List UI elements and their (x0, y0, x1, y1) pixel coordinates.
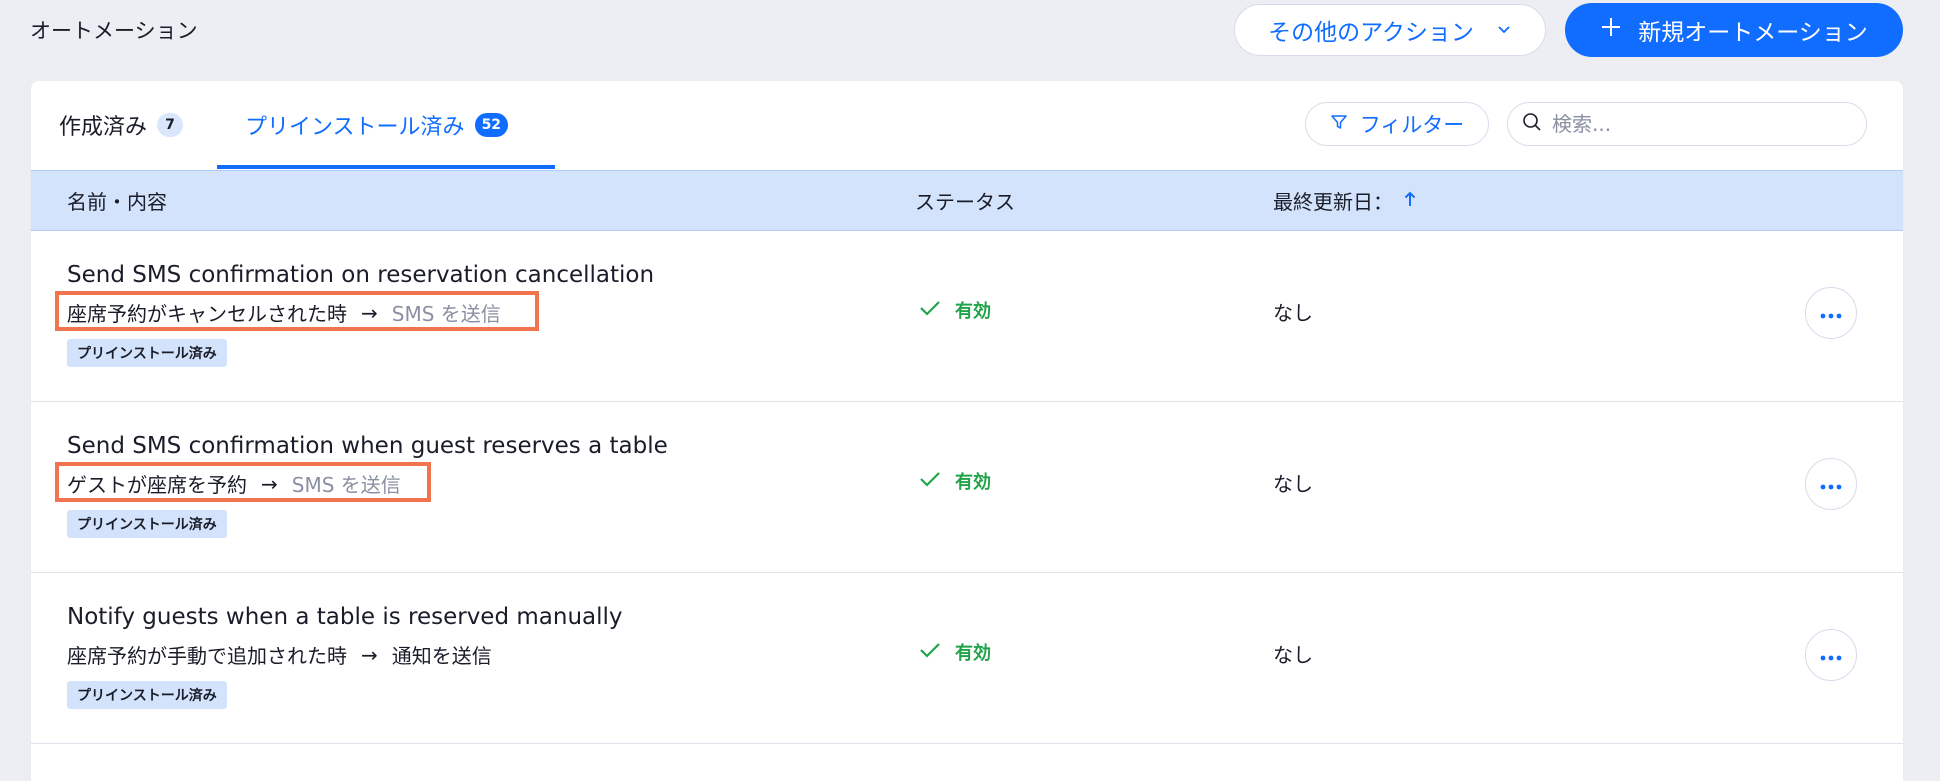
column-header-updated[interactable]: 最終更新日： (1273, 171, 1417, 230)
active-tab-indicator (217, 165, 555, 169)
flow-arrow: → (361, 642, 378, 667)
filter-button[interactable]: フィルター (1305, 102, 1489, 146)
tab-preinstalled-count: 52 (474, 113, 509, 137)
plus-icon (1600, 16, 1622, 44)
column-header-updated-label: 最終更新日： (1273, 190, 1393, 214)
flow-action: 通知を送信 (391, 644, 492, 668)
new-automation-button[interactable]: 新規オートメーション (1565, 3, 1903, 57)
row-actions-button[interactable] (1805, 458, 1857, 510)
check-icon (919, 470, 941, 493)
row-actions-button[interactable] (1805, 629, 1857, 681)
more-horizontal-icon (1820, 304, 1842, 323)
filter-icon (1330, 112, 1348, 136)
table-row[interactable]: Send SMS confirmation on reservation can… (31, 231, 1903, 402)
automation-flow: 座席予約が手動で追加された時 → 通知を送信 (67, 640, 492, 669)
automation-title[interactable]: Notify guests when a table is reserved m… (67, 604, 623, 630)
status-label: 有効 (955, 301, 991, 322)
table-row[interactable]: Notify guests when a table is reserved m… (31, 573, 1903, 744)
page-title: オートメーション (30, 19, 198, 43)
flow-arrow: → (361, 300, 378, 325)
column-header-status: ステータス (915, 190, 1015, 214)
last-updated: なし (1273, 643, 1313, 667)
filter-label: フィルター (1359, 113, 1465, 137)
automation-flow: ゲストが座席を予約 → SMS を送信 (67, 469, 401, 498)
tab-created[interactable]: 作成済み 7 (59, 81, 184, 169)
tab-bar: 作成済み 7 プリインストール済み 52 フィルター (31, 81, 1903, 169)
status-label: 有効 (955, 472, 991, 493)
preinstalled-badge: プリインストール済み (67, 510, 227, 538)
last-updated: なし (1273, 472, 1313, 496)
status-badge: 有効 (919, 297, 991, 323)
more-actions-label: その他のアクション (1268, 20, 1474, 46)
status-badge: 有効 (919, 468, 991, 494)
flow-action: SMS を送信 (291, 473, 401, 497)
flow-trigger: 座席予約がキャンセルされた時 (67, 302, 347, 326)
check-icon (919, 299, 941, 322)
flow-arrow: → (261, 471, 278, 496)
more-horizontal-icon (1820, 475, 1842, 494)
automation-title[interactable]: Send SMS confirmation on reservation can… (67, 262, 654, 288)
last-updated: なし (1273, 301, 1313, 325)
status-badge: 有効 (919, 639, 991, 665)
automation-flow: 座席予約がキャンセルされた時 → SMS を送信 (67, 298, 501, 327)
table-row[interactable]: Send SMS confirmation when guest reserve… (31, 402, 1903, 573)
tab-created-label: 作成済み (59, 115, 148, 140)
search-input[interactable] (1552, 112, 1852, 136)
arrow-up-icon (1403, 189, 1417, 213)
search-box[interactable] (1507, 102, 1867, 146)
search-icon (1522, 112, 1542, 136)
tab-preinstalled-label: プリインストール済み (245, 115, 465, 140)
more-actions-button[interactable]: その他のアクション (1234, 4, 1546, 56)
status-label: 有効 (955, 643, 991, 664)
preinstalled-badge: プリインストール済み (67, 339, 227, 367)
flow-trigger: ゲストが座席を予約 (67, 473, 247, 497)
check-icon (919, 641, 941, 664)
flow-trigger: 座席予約が手動で追加された時 (67, 644, 347, 668)
more-horizontal-icon (1820, 646, 1842, 665)
column-header-name: 名前・内容 (67, 190, 167, 214)
new-automation-label: 新規オートメーション (1638, 20, 1868, 46)
tab-created-count: 7 (157, 113, 184, 137)
automation-title[interactable]: Send SMS confirmation when guest reserve… (67, 433, 668, 459)
preinstalled-badge: プリインストール済み (67, 681, 227, 709)
row-actions-button[interactable] (1805, 287, 1857, 339)
table-header: 名前・内容 ステータス 最終更新日： (31, 170, 1903, 231)
flow-action: SMS を送信 (391, 302, 501, 326)
tab-preinstalled[interactable]: プリインストール済み 52 (245, 81, 509, 169)
automations-panel: 作成済み 7 プリインストール済み 52 フィルター 名前・内容 ステータス 最… (31, 81, 1903, 781)
chevron-down-icon (1496, 17, 1512, 43)
